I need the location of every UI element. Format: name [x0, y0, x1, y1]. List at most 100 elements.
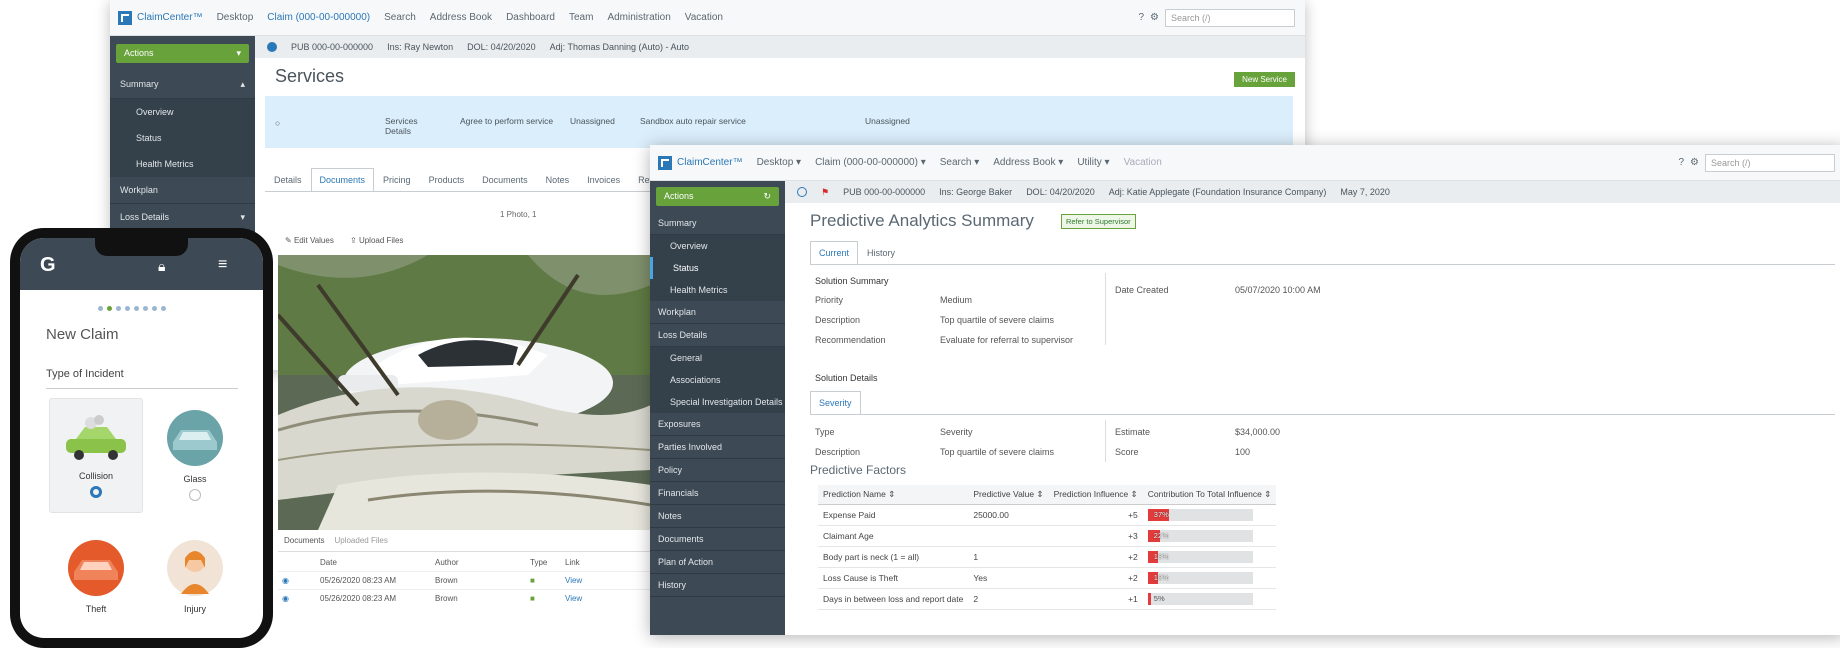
upload-files-button[interactable]: ⇪ Upload Files — [350, 236, 403, 245]
sidebar-item-status[interactable]: Status — [110, 125, 255, 151]
description-value: Top quartile of severe claims — [940, 315, 1055, 325]
nav-vacation[interactable]: Vacation — [685, 12, 723, 23]
step-indicator — [98, 306, 166, 311]
gear-icon[interactable]: ⚙ — [1150, 12, 1159, 23]
sidebar-item-financials[interactable]: Financials — [650, 482, 785, 505]
actions-button[interactable]: Actions ▾ — [116, 44, 249, 63]
tab-severity[interactable]: Severity — [810, 391, 861, 414]
nav-address-book[interactable]: Address Book — [430, 12, 492, 23]
sidebar-item-history[interactable]: History — [650, 574, 785, 597]
sidebar-item-associations[interactable]: Associations — [650, 369, 785, 391]
help-icon[interactable]: ? — [1138, 12, 1144, 23]
sidebar-item-workplan[interactable]: Workplan — [110, 177, 255, 204]
type-value: Severity — [940, 427, 973, 437]
sidebar-item-workplan[interactable]: Workplan — [650, 301, 785, 324]
actions-button[interactable]: Actions ↻ — [656, 187, 779, 206]
factor-influence: +3 — [1048, 525, 1143, 547]
gear-icon[interactable]: ⚙ — [1690, 157, 1699, 168]
step-dot — [161, 306, 166, 311]
incident-option-theft[interactable]: Theft — [49, 528, 143, 638]
documents-tab[interactable]: Documents — [284, 536, 324, 545]
back-claim-infobar: PUB 000-00-000000 Ins: Ray Newton DOL: 0… — [255, 36, 1305, 58]
sidebar-item-summary[interactable]: Summary ▴ — [110, 71, 255, 99]
table-row[interactable]: ◉ 05/26/2020 08:23 AM Brown ■ View — [278, 589, 651, 607]
sidebar-item-exposures[interactable]: Exposures — [650, 413, 785, 436]
nav-team[interactable]: Team — [569, 12, 593, 23]
nav-vacation[interactable]: Vacation — [1124, 157, 1162, 168]
menu-icon[interactable]: ≡ — [218, 256, 227, 274]
tab-pricing[interactable]: Pricing — [374, 168, 420, 191]
tab-documents-2[interactable]: Documents — [473, 168, 537, 191]
contribution-bar: 18% — [1147, 572, 1253, 584]
score-label: Score — [1115, 447, 1139, 457]
table-row[interactable]: ◉ 05/26/2020 08:23 AM Brown ■ View — [278, 571, 651, 589]
tab-notes[interactable]: Notes — [537, 168, 579, 191]
view-link[interactable]: View — [565, 576, 582, 585]
step-dot — [125, 306, 130, 311]
nav-search[interactable]: Search — [384, 12, 416, 23]
incident-option-glass[interactable]: Glass — [148, 398, 242, 513]
sidebar-item-general[interactable]: General — [650, 347, 785, 369]
sidebar-item-policy[interactable]: Policy — [650, 459, 785, 482]
lock-icon: 🔒︎ — [158, 258, 166, 274]
sidebar-item-label: History — [658, 580, 687, 590]
factor-name: Expense Paid — [818, 504, 969, 526]
front-app-window: ClaimCenter™ Desktop ▾ Claim (000-00-000… — [650, 145, 1840, 635]
help-icon[interactable]: ? — [1678, 157, 1684, 168]
tree-on-car-image — [278, 255, 651, 530]
incident-option-collision[interactable]: Collision — [49, 398, 143, 513]
factor-value: Yes — [968, 567, 1049, 589]
new-service-button[interactable]: New Service — [1234, 72, 1295, 87]
claimcenter-logo-icon — [118, 10, 132, 25]
tab-history[interactable]: History — [858, 241, 904, 264]
tab-details[interactable]: Details — [265, 168, 311, 191]
sidebar-item-overview[interactable]: Overview — [650, 235, 785, 257]
contribution-label: 37% — [1153, 510, 1169, 519]
sidebar-item-special-investigation-details[interactable]: Special Investigation Details — [650, 391, 785, 413]
nav-address-book[interactable]: Address Book ▾ — [993, 157, 1063, 168]
search-input[interactable]: Search (/) — [1165, 8, 1295, 27]
col-contribution[interactable]: Contribution To Total Influence ⇕ — [1142, 485, 1277, 505]
tab-invoices[interactable]: Invoices — [578, 168, 629, 191]
col-predictive-value[interactable]: Predictive Value ⇕ — [968, 485, 1049, 505]
details-tabs: Severity — [810, 391, 1835, 415]
doc-date: 05/26/2020 08:23 AM — [320, 576, 397, 585]
date-created-value: 05/07/2020 10:00 AM — [1235, 285, 1321, 295]
factor-name: Claimant Age — [818, 525, 969, 547]
front-claim-infobar: ⚑ PUB 000-00-000000 Ins: George Baker DO… — [785, 181, 1840, 203]
sidebar-item-health-metrics[interactable]: Health Metrics — [650, 279, 785, 301]
sidebar-item-documents[interactable]: Documents — [650, 528, 785, 551]
sidebar-item-notes[interactable]: Notes — [650, 505, 785, 528]
service-row[interactable]: ○ Services Details Agree to perform serv… — [265, 96, 1293, 148]
sidebar-item-label: General — [670, 353, 703, 363]
uploaded-files-tab[interactable]: Uploaded Files — [334, 536, 387, 545]
sidebar-item-health-metrics[interactable]: Health Metrics — [110, 151, 255, 177]
tab-current[interactable]: Current — [810, 241, 859, 264]
nav-dashboard[interactable]: Dashboard — [506, 12, 555, 23]
nav-utility[interactable]: Utility ▾ — [1077, 157, 1109, 168]
step-dot — [98, 306, 103, 311]
incident-option-injury[interactable]: Injury — [148, 528, 242, 638]
nav-administration[interactable]: Administration — [607, 12, 670, 23]
col-prediction-name[interactable]: Prediction Name ⇕ — [818, 485, 969, 505]
search-input[interactable]: Search (/) — [1705, 153, 1835, 172]
sidebar-item-loss-details[interactable]: Loss Details — [650, 324, 785, 347]
nav-search[interactable]: Search ▾ — [940, 157, 980, 168]
sidebar-item-summary[interactable]: Summary — [650, 212, 785, 235]
nav-claim[interactable]: Claim (000-00-000000) ▾ — [815, 157, 926, 168]
nav-desktop[interactable]: Desktop — [217, 12, 254, 23]
sidebar-item-plan-of-action[interactable]: Plan of Action — [650, 551, 785, 574]
tab-documents[interactable]: Documents — [310, 168, 375, 191]
nav-claim[interactable]: Claim (000-00-000000) — [267, 12, 370, 23]
doc-type-icon: ■ — [530, 594, 535, 603]
view-link[interactable]: View — [565, 594, 582, 603]
factor-value: 1 — [968, 546, 1049, 568]
nav-desktop[interactable]: Desktop ▾ — [757, 157, 802, 168]
col-prediction-influence[interactable]: Prediction Influence ⇕ — [1048, 485, 1143, 505]
sidebar-item-parties-involved[interactable]: Parties Involved — [650, 436, 785, 459]
sidebar-item-overview[interactable]: Overview — [110, 99, 255, 125]
tab-products[interactable]: Products — [420, 168, 474, 191]
edit-values-button[interactable]: ✎ Edit Values — [285, 236, 334, 245]
sidebar-item-status[interactable]: Status — [650, 257, 785, 279]
col-type: Type — [530, 558, 548, 567]
